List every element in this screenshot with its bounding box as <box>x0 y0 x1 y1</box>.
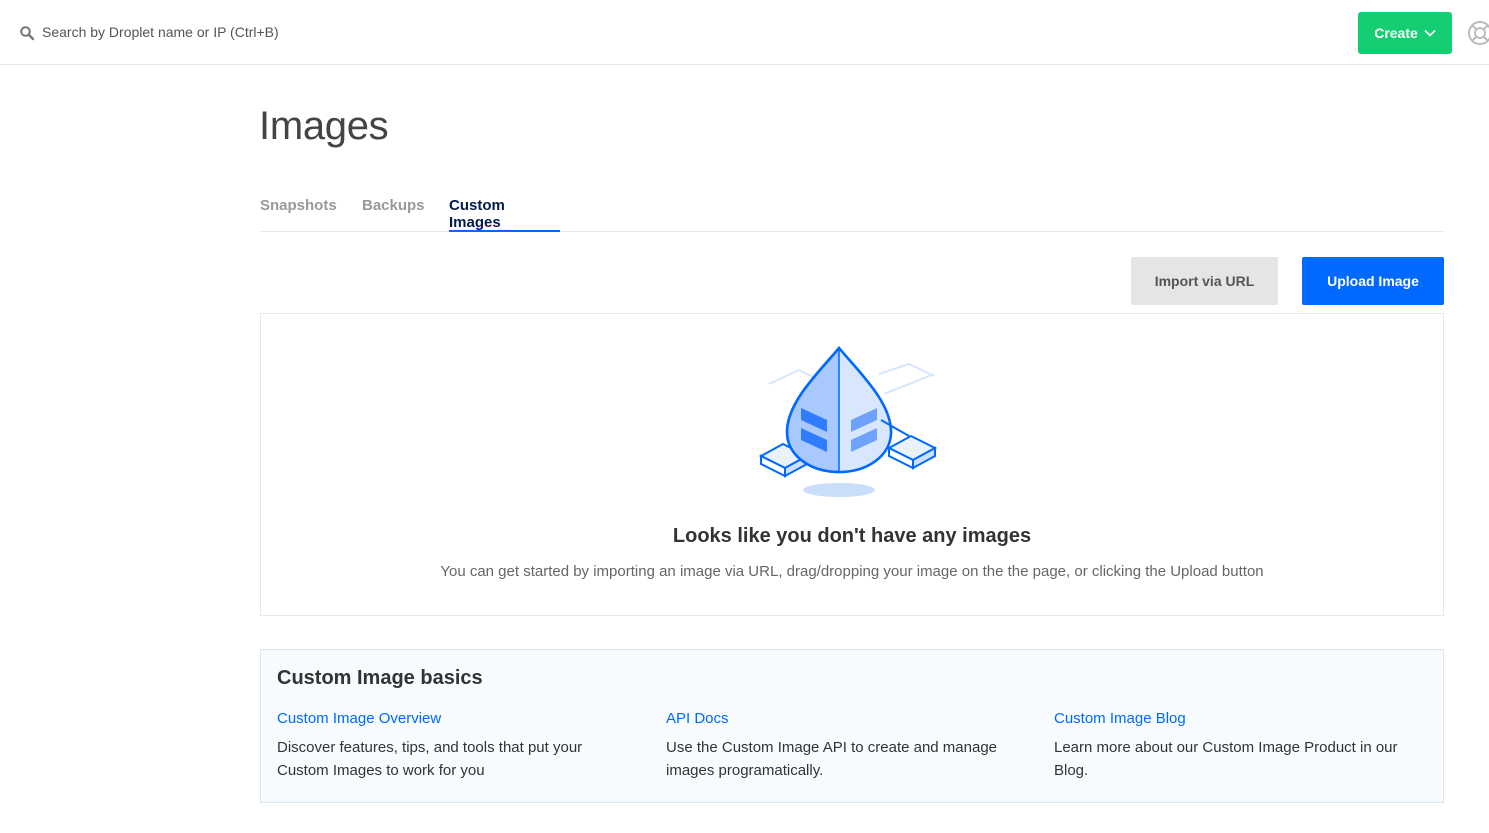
create-button-label: Create <box>1374 25 1418 41</box>
basics-item-overview: Custom Image Overview Discover features,… <box>277 710 627 782</box>
help-icon[interactable] <box>1467 20 1489 46</box>
basics-item-description: Discover features, tips, and tools that … <box>277 739 583 779</box>
chevron-down-icon <box>1424 29 1436 37</box>
basics-item-api-docs: API Docs Use the Custom Image API to cre… <box>666 710 1016 782</box>
tab-backups[interactable]: Backups <box>362 197 425 232</box>
top-bar: Create <box>0 0 1489 65</box>
custom-image-overview-link[interactable]: Custom Image Overview <box>277 710 627 727</box>
tab-custom-images[interactable]: Custom Images <box>449 197 560 232</box>
basics-item-description: Learn more about our Custom Image Produc… <box>1054 739 1398 779</box>
create-button[interactable]: Create <box>1358 12 1452 54</box>
custom-image-blog-link[interactable]: Custom Image Blog <box>1054 710 1404 727</box>
empty-state-title: Looks like you don't have any images <box>672 525 1032 547</box>
droplet-servers-illustration <box>759 346 938 497</box>
custom-image-basics-panel: Custom Image basics Custom Image Overvie… <box>260 649 1444 803</box>
page-title: Images <box>259 104 389 148</box>
import-via-url-button[interactable]: Import via URL <box>1131 257 1278 305</box>
basics-title: Custom Image basics <box>277 667 483 689</box>
tab-bar: Snapshots Backups Custom Images <box>260 190 1444 232</box>
basics-item-blog: Custom Image Blog Learn more about our C… <box>1054 710 1404 782</box>
upload-image-button[interactable]: Upload Image <box>1302 257 1444 305</box>
empty-state-card: Looks like you don't have any images You… <box>260 313 1444 616</box>
api-docs-link[interactable]: API Docs <box>666 710 1016 727</box>
search-icon <box>20 26 35 41</box>
search-input[interactable] <box>42 20 562 44</box>
empty-state-description: You can get started by importing an imag… <box>440 563 1264 580</box>
basics-item-description: Use the Custom Image API to create and m… <box>666 739 998 779</box>
tab-snapshots[interactable]: Snapshots <box>260 197 337 232</box>
